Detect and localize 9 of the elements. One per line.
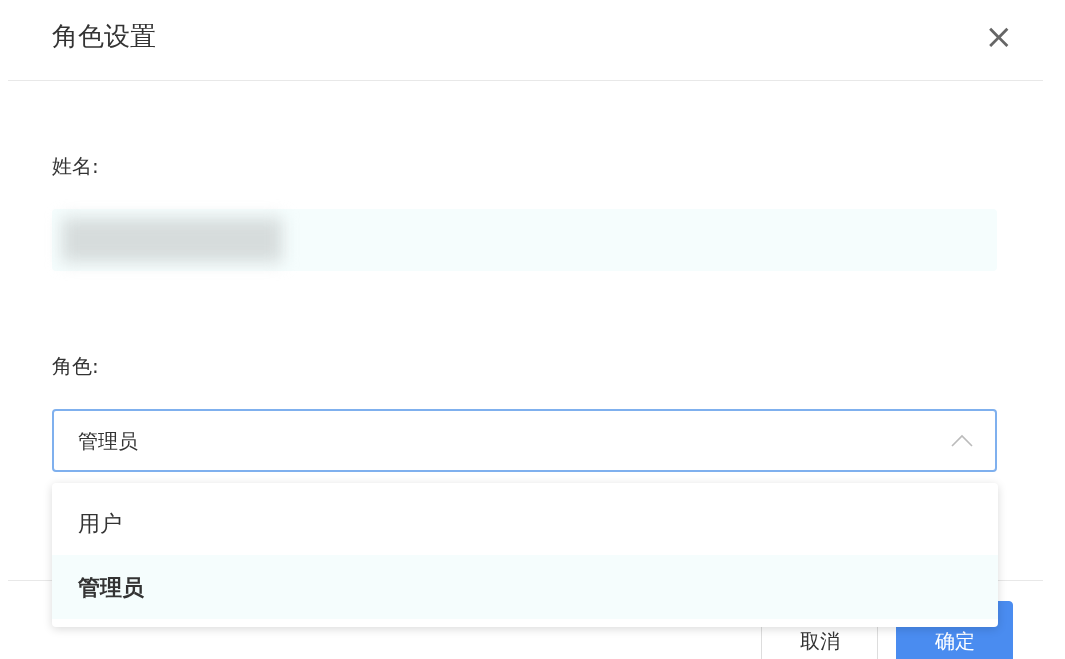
- dialog-title: 角色设置: [52, 19, 156, 53]
- close-button[interactable]: ×: [984, 19, 1013, 53]
- field-label: 角色:: [52, 353, 99, 380]
- input-field[interactable]: [52, 209, 997, 271]
- field-label: 姓名:: [52, 153, 99, 180]
- dropdown-option[interactable]: 管理员: [52, 555, 998, 619]
- role-select[interactable]: 管理员: [52, 409, 997, 472]
- dropdown-option[interactable]: 用户: [52, 491, 998, 555]
- select-value: 管理员: [78, 427, 138, 455]
